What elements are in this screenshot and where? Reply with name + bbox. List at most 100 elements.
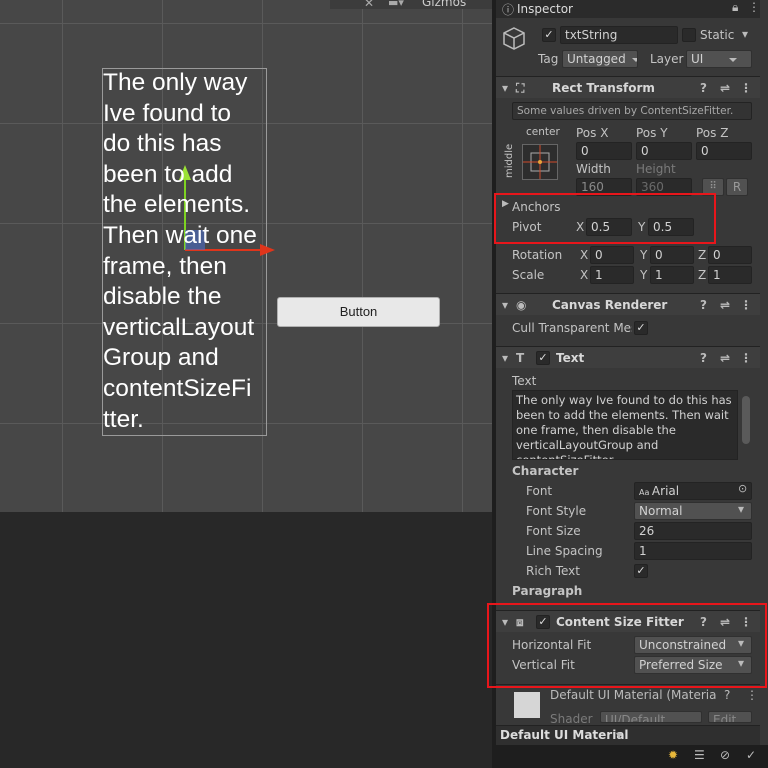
presets-icon[interactable]: ⇌ (720, 347, 730, 369)
inspector-tab-bar: ⓘ Inspector 🔒︎ ⋮ (496, 0, 760, 18)
line-spacing-field[interactable]: 1 (634, 542, 752, 560)
info-icon: ⓘ (502, 3, 515, 17)
object-name-field[interactable]: txtString (560, 26, 678, 44)
game-view-area (0, 512, 492, 768)
scale-z-label: Z (698, 268, 707, 282)
scene-text-element[interactable]: The only way Ive found to do this has be… (103, 68, 273, 435)
font-style-dropdown[interactable]: Normal (634, 502, 752, 520)
component-menu-icon[interactable]: ⋮ (740, 77, 752, 99)
height-label: Height (636, 162, 676, 176)
presets-icon[interactable]: ⇌ (720, 77, 730, 99)
help-icon[interactable]: ? (700, 294, 707, 316)
rich-text-label: Rich Text (526, 564, 580, 578)
chevron-down-icon: ▾ (738, 502, 745, 516)
static-checkbox[interactable] (682, 28, 696, 42)
preview-material-dropdown[interactable]: Default UI Material (500, 728, 629, 742)
scale-x-field[interactable]: 1 (590, 266, 634, 284)
text-area-scrollbar[interactable] (742, 396, 750, 444)
shader-edit-button[interactable]: Edit... (708, 711, 752, 723)
chevron-down-icon: ▾ (616, 728, 623, 742)
presets-icon[interactable]: ⇌ (720, 294, 730, 316)
font-field[interactable]: Aa Arial (634, 482, 752, 500)
scale-y-field[interactable]: 1 (650, 266, 694, 284)
text-component-title: Text (556, 351, 585, 365)
layer-dropdown[interactable]: UI (686, 50, 752, 68)
eye-icon: ◉ (516, 298, 527, 312)
rot-y-label: Y (640, 248, 648, 262)
check-circle-icon[interactable]: ✓ (746, 748, 756, 762)
shader-dropdown[interactable]: UI/Default (600, 711, 702, 723)
scene-toolbar: ✕ ▬▾ Gizmos (330, 0, 492, 10)
foldout-arrow-icon[interactable]: ▾ (502, 294, 508, 316)
posy-field[interactable]: 0 (636, 142, 692, 160)
component-menu-icon[interactable]: ⋮ (740, 347, 752, 369)
anchor-presets-button[interactable] (522, 144, 558, 180)
gizmos-dropdown[interactable]: Gizmos (422, 0, 466, 9)
text-enabled-checkbox[interactable]: ✓ (536, 351, 550, 365)
line-spacing-label: Line Spacing (526, 544, 603, 558)
text-component-header[interactable]: ▾ T ✓ Text ? ⇌ ⋮ (496, 346, 760, 368)
object-picker-icon[interactable]: ⊙ (738, 482, 747, 495)
material-title: Default UI Material (Materia (550, 688, 717, 702)
posx-label: Pos X (576, 126, 609, 140)
rich-text-checkbox[interactable]: ✓ (634, 564, 648, 578)
rot-y-field[interactable]: 0 (650, 246, 694, 264)
component-menu-icon[interactable]: ⋮ (740, 294, 752, 316)
layers-icon[interactable]: ☰ (694, 748, 705, 762)
canvas-renderer-header[interactable]: ▾ ◉ Canvas Renderer ? ⇌ ⋮ (496, 293, 760, 315)
static-label: Static (700, 28, 735, 42)
scale-x-label: X (580, 268, 589, 282)
font-style-label: Font Style (526, 504, 587, 518)
font-style-value: Normal (639, 504, 683, 518)
scale-label: Scale (512, 268, 545, 282)
scale-z-field[interactable]: 1 (708, 266, 752, 284)
component-menu-icon[interactable]: ⋮ (746, 688, 758, 702)
layer-label: Layer (650, 52, 684, 66)
canvas-renderer-title: Canvas Renderer (552, 298, 668, 312)
rot-z-field[interactable]: 0 (708, 246, 752, 264)
no-entry-icon[interactable]: ⊘ (720, 748, 730, 762)
tag-dropdown[interactable]: Untagged (562, 50, 638, 68)
text-content-area[interactable]: The only way Ive found to do this has be… (512, 390, 738, 460)
scene-button[interactable]: Button (277, 297, 440, 327)
text-field-label: Text (512, 374, 537, 388)
camera-icon[interactable]: ▬▾ (388, 0, 404, 9)
active-checkbox[interactable]: ✓ (542, 28, 556, 42)
foldout-arrow-icon[interactable]: ▾ (502, 77, 508, 99)
character-section-label: Character (512, 464, 579, 478)
foldout-arrow-icon[interactable]: ▾ (502, 347, 508, 369)
tab-inspector[interactable]: Inspector (517, 2, 573, 16)
more-menu-icon[interactable]: ⋮ (748, 0, 760, 14)
paragraph-section-label[interactable]: Paragraph (512, 584, 582, 598)
font-size-label: Font Size (526, 524, 581, 538)
preview-footer[interactable]: Default UI Material ▾ (496, 725, 760, 745)
posz-field[interactable]: 0 (696, 142, 752, 160)
rot-z-label: Z (698, 248, 707, 262)
posy-label: Pos Y (636, 126, 668, 140)
rot-x-field[interactable]: 0 (590, 246, 634, 264)
help-icon[interactable]: ? (724, 688, 730, 702)
posx-field[interactable]: 0 (576, 142, 632, 160)
static-dropdown-icon[interactable]: ▾ (742, 27, 748, 41)
rect-transform-header[interactable]: ▾ ⛶ Rect Transform ? ⇌ ⋮ (496, 76, 760, 98)
anchor-h-label: center (526, 126, 560, 138)
raw-edit-button[interactable]: R (726, 178, 748, 196)
lock-icon[interactable]: 🔒︎ (732, 0, 738, 15)
cull-transparent-label: Cull Transparent Mes (512, 321, 632, 335)
gameobject-cube-icon (502, 26, 526, 50)
rect-transform-title: Rect Transform (552, 81, 655, 95)
font-size-field[interactable]: 26 (634, 522, 752, 540)
help-icon[interactable]: ? (700, 347, 707, 369)
debug-bug-icon[interactable]: ✹ (668, 748, 678, 762)
tools-icon[interactable]: ✕ (364, 0, 374, 10)
status-bar: ✹ ☰ ⊘ ✓ (496, 745, 768, 768)
help-icon[interactable]: ? (700, 77, 707, 99)
cull-transparent-checkbox[interactable]: ✓ (634, 321, 648, 335)
chevron-down-icon (729, 57, 738, 62)
font-label: Font (526, 484, 553, 498)
material-preview-swatch (514, 692, 540, 718)
driven-values-note: Some values driven by ContentSizeFitter. (512, 102, 752, 120)
highlight-content-size-fitter (487, 603, 767, 688)
shader-label: Shader (550, 712, 593, 726)
rect-transform-icon: ⛶ (516, 81, 525, 95)
